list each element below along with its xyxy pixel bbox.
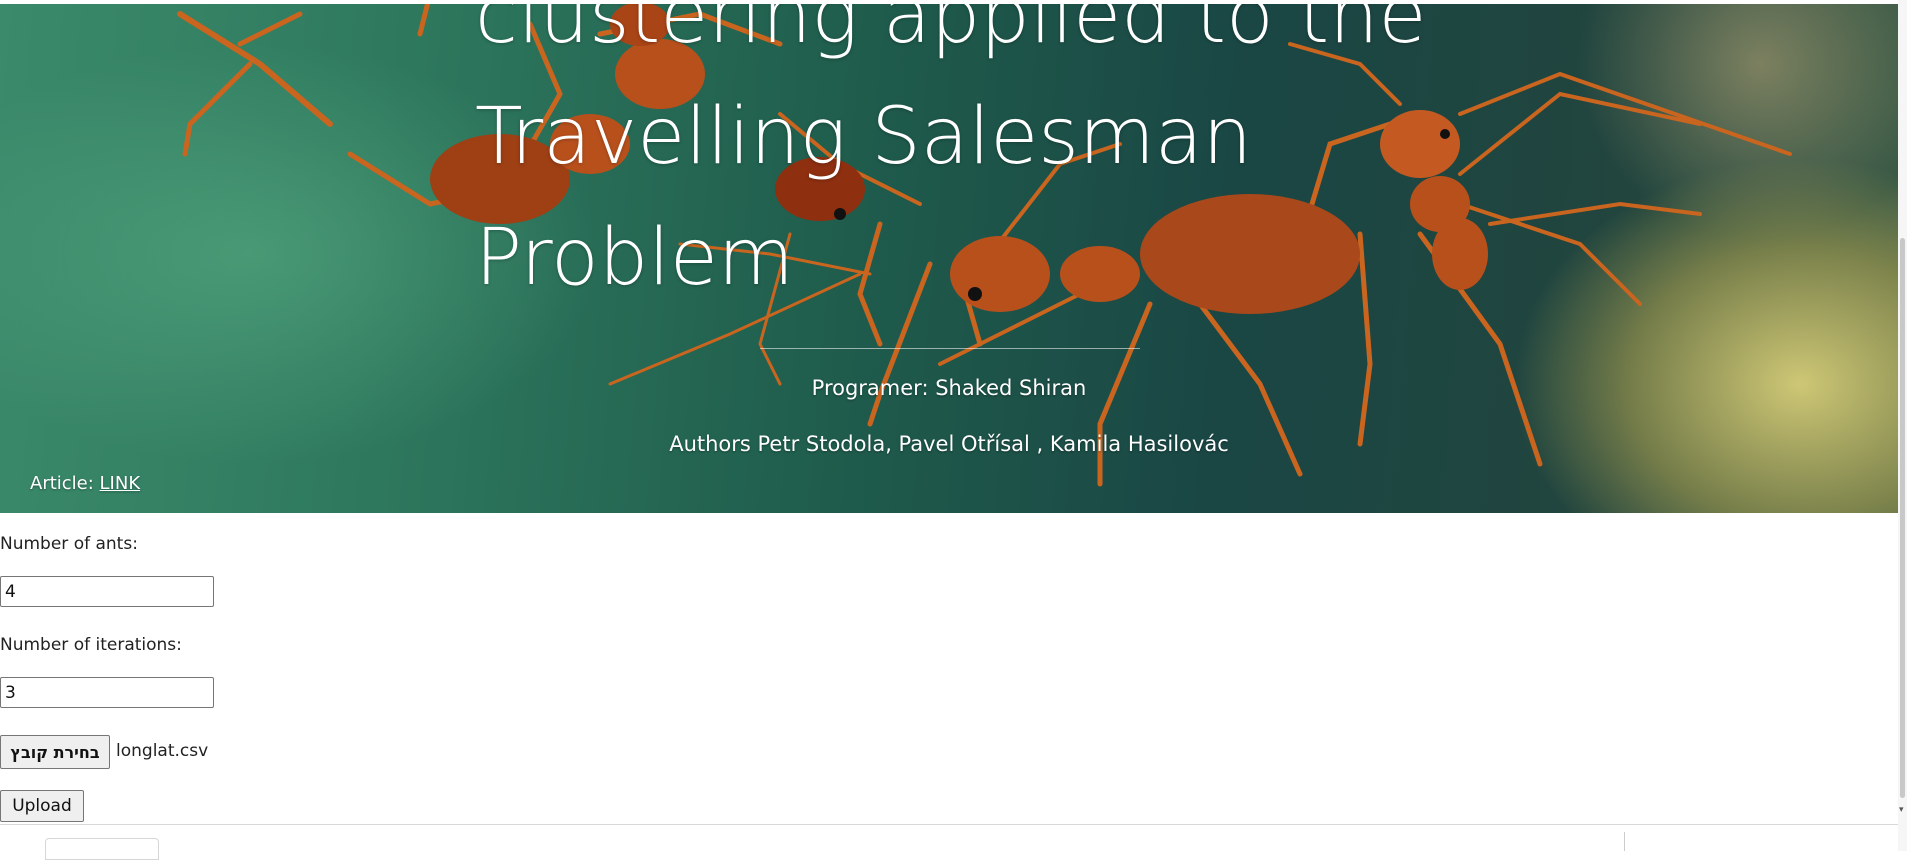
- programmer-credit: Programer: Shaked Shiran: [811, 376, 1087, 400]
- upload-button[interactable]: Upload: [0, 790, 84, 822]
- title-divider: [760, 348, 1140, 349]
- bottom-bar-separator: [1624, 832, 1625, 851]
- iterations-input[interactable]: [0, 677, 214, 708]
- scrollbar-thumb[interactable]: [1900, 238, 1905, 798]
- bottom-bar-divider: [0, 824, 1907, 825]
- scroll-down-arrow-icon[interactable]: ▾: [1899, 806, 1904, 815]
- article-label: Article:: [30, 473, 100, 494]
- page-title: clustering applied to the Travelling Sal…: [475, 4, 1427, 303]
- choose-file-button[interactable]: בחירת קובץ: [0, 735, 110, 769]
- iterations-label: Number of iterations:: [0, 635, 182, 655]
- hero-banner: clustering applied to the Travelling Sal…: [0, 4, 1898, 513]
- selected-file-name: longlat.csv: [116, 741, 209, 761]
- article-link[interactable]: LINK: [100, 473, 141, 494]
- authors-credit: Authors Petr Stodola, Pavel Otřísal , Ka…: [669, 432, 1229, 456]
- article-reference: Article: LINK: [30, 473, 140, 494]
- ants-input[interactable]: [0, 576, 214, 607]
- ants-label: Number of ants:: [0, 534, 138, 554]
- bottom-tab[interactable]: [45, 838, 159, 860]
